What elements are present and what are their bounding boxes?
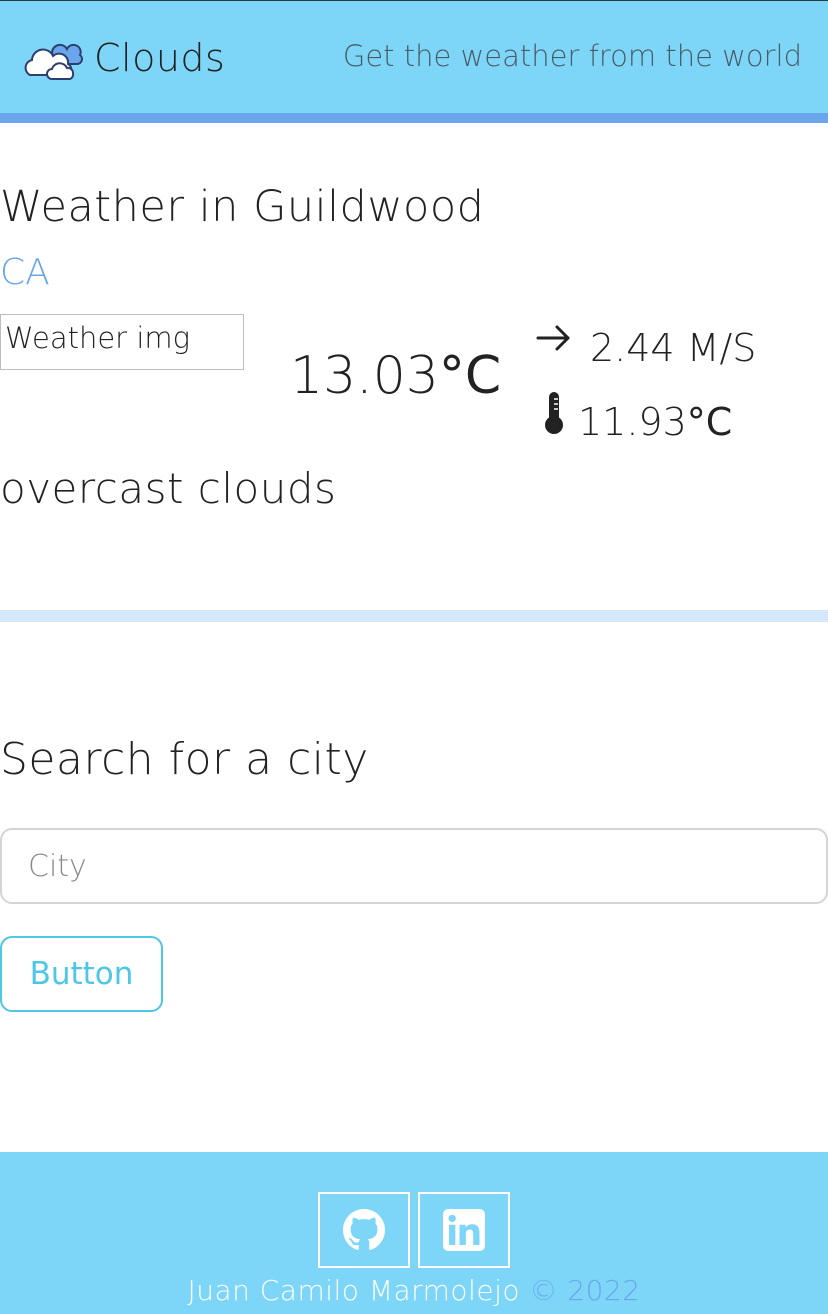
weather-title: Weather in Guildwood [0, 182, 485, 232]
city-input[interactable] [0, 828, 828, 904]
feels-like-value: 11.93 [578, 400, 687, 444]
search-title: Search for a city [0, 734, 369, 785]
tagline: Get the weather from the world [342, 39, 802, 73]
site-header: Clouds Get the weather from the world [0, 0, 828, 123]
github-icon [343, 1209, 385, 1250]
temperature-unit: °C [438, 346, 502, 406]
wind-info: 2.44 M/S [534, 318, 756, 370]
weather-image: Weather img [0, 314, 244, 370]
author-name: Juan Camilo Marmolejo [187, 1274, 520, 1307]
cloud-icon [24, 43, 83, 80]
section-divider [0, 610, 828, 622]
feels-like-unit: °C [686, 400, 733, 444]
feels-like-info: 11.93°C [540, 390, 732, 444]
brand-name: Clouds [94, 36, 226, 80]
wind-speed: 2.44 M/S [590, 326, 757, 370]
feels-like: 11.93°C [578, 400, 732, 444]
copyright-credit: Juan Camilo Marmolejo © 2022 [0, 1274, 828, 1307]
linkedin-icon [443, 1209, 485, 1251]
copyright-year: © 2022 [529, 1274, 641, 1307]
site-footer: Juan Camilo Marmolejo © 2022 [0, 1152, 828, 1314]
arrow-right-icon [536, 325, 570, 351]
weather-description: overcast clouds [0, 464, 337, 513]
country-code: CA [0, 252, 50, 293]
temperature: 13.03°C [290, 346, 501, 406]
temperature-value: 13.03 [290, 346, 439, 406]
search-button[interactable]: Button [0, 936, 163, 1012]
brand[interactable]: Clouds [22, 33, 225, 83]
github-link[interactable] [318, 1192, 410, 1268]
header-accent-bar [0, 113, 828, 123]
linkedin-link[interactable] [418, 1192, 510, 1268]
thermometer-icon [545, 392, 563, 434]
